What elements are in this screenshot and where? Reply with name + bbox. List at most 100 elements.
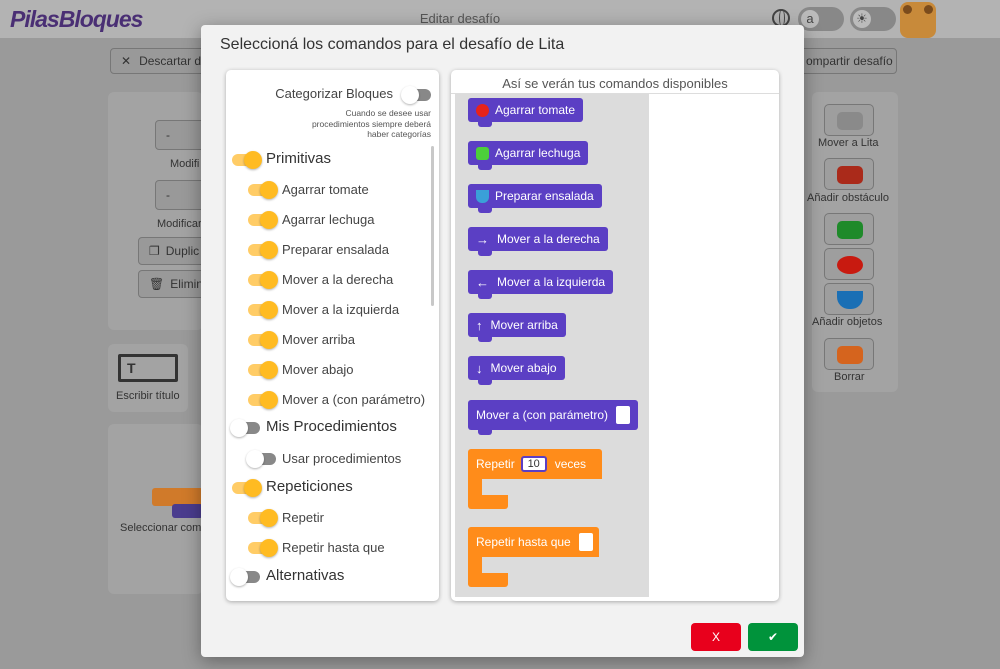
block-agarrar-tomate[interactable]: Agarrar tomate: [468, 98, 584, 127]
toggle-mover-izquierda[interactable]: Mover a la izquierda: [226, 299, 431, 321]
toggle-agarrar-lechuga[interactable]: Agarrar lechuga: [226, 209, 431, 231]
item-label: Preparar ensalada: [282, 242, 389, 257]
bowl-icon: [837, 291, 863, 309]
block-mover-izquierda[interactable]: ← Mover a la izquierda: [468, 270, 614, 299]
modal-title: Seleccioná los comandos para el desafío …: [220, 36, 565, 53]
item-switch[interactable]: [248, 391, 278, 409]
category-switch[interactable]: [230, 419, 260, 437]
block-preparar-ensalada[interactable]: Preparar ensalada: [468, 184, 602, 213]
categorize-blocks-row[interactable]: Categorizar Bloques: [226, 84, 431, 104]
share-challenge-button[interactable]: ompartir desafío: [795, 48, 897, 74]
toggle-mover-arriba[interactable]: Mover arriba: [226, 329, 431, 351]
lita-tool[interactable]: [824, 104, 874, 136]
category-alternativas[interactable]: Alternativas: [226, 566, 431, 588]
write-title-label: Escribir título: [116, 390, 180, 402]
select-commands-modal: Seleccioná los comandos para el desafío …: [201, 25, 804, 657]
modify-label-1: Modifi: [170, 158, 200, 170]
block-mover-con-parametro[interactable]: Mover a (con parámetro): [468, 400, 639, 435]
modify-label-2: Modificar: [157, 218, 202, 230]
discard-challenge-button[interactable]: ✕ Descartar de: [110, 48, 210, 74]
item-label: Mover abajo: [282, 362, 354, 377]
select-commands-tool[interactable]: Seleccionar com: [108, 424, 203, 594]
blocks-workspace[interactable]: Agarrar tomate Agarrar lechuga Preparar …: [455, 94, 649, 597]
category-switch[interactable]: [232, 151, 262, 169]
item-switch[interactable]: [248, 271, 278, 289]
duplicate-button[interactable]: ❐ Duplic: [138, 237, 208, 265]
category-switch[interactable]: [230, 568, 260, 586]
toggle-list-scrollbar[interactable]: [431, 146, 434, 306]
tomato-icon: [476, 103, 489, 117]
item-label: Repetir: [282, 510, 324, 525]
trash-icon: 🗑: [149, 277, 165, 291]
obstacle-tool[interactable]: [824, 158, 874, 190]
decrease-width-button[interactable]: -: [155, 120, 205, 150]
block-mover-arriba[interactable]: ↑ Mover arriba: [468, 313, 566, 342]
repeat-header: Repetir 10 veces: [468, 449, 602, 479]
parameter-slot[interactable]: [616, 406, 631, 424]
repeat-count-input[interactable]: 10: [520, 456, 547, 472]
block-label: Mover abajo: [490, 361, 557, 375]
preview-caption: Así se verán tus comandos disponibles: [502, 76, 728, 91]
close-icon: ✕: [121, 54, 132, 68]
item-switch[interactable]: [248, 301, 278, 319]
item-switch[interactable]: [248, 361, 278, 379]
confirm-button[interactable]: ✔: [748, 623, 798, 651]
block-mover-abajo[interactable]: ↓ Mover abajo: [468, 356, 565, 385]
item-switch[interactable]: [246, 450, 276, 468]
condition-slot[interactable]: [578, 533, 593, 551]
toggle-repetir-hasta-que[interactable]: Repetir hasta que: [226, 537, 431, 559]
toggle-agarrar-tomate[interactable]: Agarrar tomate: [226, 179, 431, 201]
bowl-tool[interactable]: [824, 283, 874, 315]
item-label: Repetir hasta que: [282, 540, 385, 555]
toggle-repetir[interactable]: Repetir: [226, 507, 431, 529]
block-repetir[interactable]: Repetir 10 veces: [468, 449, 602, 509]
add-obstacle-label: Añadir obstáculo: [807, 192, 889, 204]
item-switch[interactable]: [248, 509, 278, 527]
item-switch[interactable]: [248, 539, 278, 557]
erase-label: Borrar: [834, 371, 865, 383]
block-label: Repetir: [476, 457, 515, 471]
tomato-tool[interactable]: [824, 248, 874, 280]
block-repetir-hasta-que[interactable]: Repetir hasta que: [468, 527, 602, 587]
block-label: Mover arriba: [490, 318, 558, 332]
item-switch[interactable]: [248, 211, 278, 229]
arrow-right-icon: →: [476, 231, 489, 247]
item-switch[interactable]: [248, 241, 278, 259]
category-label: Primitivas: [266, 150, 332, 167]
repeat-suffix: veces: [554, 457, 587, 471]
tomato-icon: [837, 256, 863, 274]
app-logo[interactable]: PilasBloques: [10, 6, 143, 33]
item-label: Usar procedimientos: [282, 451, 402, 466]
toggle-usar-procedimientos[interactable]: Usar procedimientos: [226, 448, 431, 470]
toggle-mover-derecha[interactable]: Mover a la derecha: [226, 269, 431, 291]
category-primitivas[interactable]: Primitivas: [226, 149, 431, 171]
delete-button[interactable]: 🗑 Elimin: [138, 270, 208, 298]
category-mis-procedimientos[interactable]: Mis Procedimientos: [226, 417, 431, 439]
category-switch[interactable]: [232, 479, 262, 497]
eraser-tool[interactable]: [824, 338, 874, 370]
cancel-button[interactable]: X: [691, 623, 741, 651]
decrease-height-button[interactable]: -: [155, 180, 205, 210]
repeat-until-header: Repetir hasta que: [468, 527, 599, 557]
write-title-tool[interactable]: T Escribir título: [108, 344, 188, 412]
item-switch[interactable]: [248, 331, 278, 349]
category-repeticiones[interactable]: Repeticiones: [226, 477, 431, 499]
delete-label: Elimin: [170, 277, 203, 291]
bear-avatar[interactable]: [900, 2, 936, 38]
text-size-label: a: [801, 10, 819, 28]
toggle-mover-abajo[interactable]: Mover abajo: [226, 359, 431, 381]
commands-toggle-panel[interactable]: Categorizar Bloques Cuando se desee usar…: [226, 70, 439, 601]
toggle-preparar-ensalada[interactable]: Preparar ensalada: [226, 239, 431, 261]
block-mover-derecha[interactable]: → Mover a la derecha: [468, 227, 608, 256]
lettuce-tool[interactable]: [824, 213, 874, 245]
arrow-left-icon: ←: [476, 274, 489, 290]
theme-toggle[interactable]: ☀: [850, 7, 896, 31]
text-size-toggle[interactable]: a: [798, 7, 844, 31]
block-label: Repetir hasta que: [476, 535, 571, 549]
select-commands-label: Seleccionar com: [120, 522, 202, 534]
block-agarrar-lechuga[interactable]: Agarrar lechuga: [468, 141, 589, 170]
block-label: Preparar ensalada: [495, 189, 594, 203]
toggle-mover-con-parametro[interactable]: Mover a (con parámetro): [226, 389, 431, 411]
categorize-blocks-switch[interactable]: [401, 86, 431, 104]
item-switch[interactable]: [248, 181, 278, 199]
